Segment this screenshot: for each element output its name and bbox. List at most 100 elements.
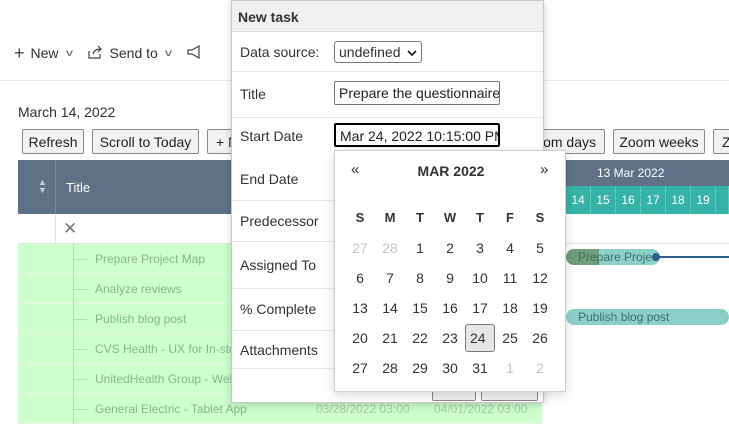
start-date-label: Start Date bbox=[240, 128, 304, 144]
share-icon bbox=[87, 45, 104, 62]
column-separator bbox=[55, 160, 56, 214]
send-to-label: Send to bbox=[109, 45, 158, 61]
chevron-down-icon: v bbox=[164, 47, 172, 59]
data-source-label: Data source: bbox=[240, 44, 320, 60]
calendar-day[interactable]: 23 bbox=[435, 324, 465, 352]
tree-line bbox=[73, 289, 87, 290]
calendar-day[interactable]: 19 bbox=[525, 294, 555, 322]
title-field: Title Prepare the questionnaire bbox=[232, 72, 543, 118]
data-source-select[interactable]: undefined bbox=[334, 41, 422, 63]
calendar-day[interactable]: 18 bbox=[495, 294, 525, 322]
start-date-input[interactable]: Mar 24, 2022 10:15:00 PM bbox=[334, 123, 500, 147]
calendar-day[interactable]: 22 bbox=[405, 324, 435, 352]
calendar-day[interactable]: 17 bbox=[465, 294, 495, 322]
refresh-button[interactable]: Refresh bbox=[22, 129, 84, 154]
new-button[interactable]: + New v bbox=[14, 42, 73, 64]
end-date-label: End Date bbox=[240, 171, 299, 187]
attachments-label: Attachments bbox=[240, 342, 318, 358]
calendar-day[interactable]: 27 bbox=[345, 354, 375, 382]
timeline-day: 18 bbox=[666, 186, 691, 214]
weekday-label: S bbox=[535, 210, 545, 225]
weekday-label: S bbox=[355, 210, 365, 225]
calendar-day[interactable]: 10 bbox=[465, 264, 495, 292]
megaphone-button[interactable] bbox=[187, 44, 203, 62]
calendar-day[interactable]: 12 bbox=[525, 264, 555, 292]
sort-icon[interactable]: ▲ ▼ bbox=[38, 178, 47, 195]
calendar-day[interactable]: 27 bbox=[345, 234, 375, 262]
dependency-line bbox=[652, 256, 729, 258]
new-label: New bbox=[30, 45, 59, 61]
current-date: March 14, 2022 bbox=[18, 104, 116, 120]
timeline-day: 16 bbox=[616, 186, 641, 214]
calendar-day[interactable]: 14 bbox=[375, 294, 405, 322]
tree-line bbox=[73, 259, 87, 260]
next-month-button[interactable]: » bbox=[540, 161, 548, 178]
timeline-day: 17 bbox=[641, 186, 666, 214]
calendar-day[interactable]: 8 bbox=[405, 264, 435, 292]
calendar-day[interactable]: 7 bbox=[375, 264, 405, 292]
data-source-value: undefined bbox=[339, 44, 401, 60]
calendar-day[interactable]: 26 bbox=[525, 324, 555, 352]
task-bar-label: Prepare Projec bbox=[578, 250, 659, 264]
calendar-day[interactable]: 21 bbox=[375, 324, 405, 352]
timeline-day: 15 bbox=[591, 186, 616, 214]
predecessor-label: Predecessor bbox=[240, 213, 319, 229]
weekday-label: W bbox=[443, 210, 457, 225]
calendar-day[interactable]: 31 bbox=[465, 354, 495, 382]
tree-line bbox=[73, 379, 87, 380]
command-bar: + New v Send to v bbox=[14, 38, 213, 68]
calendar-day[interactable]: 2 bbox=[525, 354, 555, 382]
weekday-label: T bbox=[476, 210, 484, 225]
tree-line bbox=[73, 349, 87, 350]
calendar-day[interactable]: 15 bbox=[405, 294, 435, 322]
calendar-day[interactable]: 2 bbox=[435, 234, 465, 262]
assigned-to-label: Assigned To bbox=[240, 257, 317, 273]
task-name: Publish blog post bbox=[95, 312, 187, 326]
calendar-day[interactable]: 28 bbox=[375, 234, 405, 262]
calendar-day[interactable]: 28 bbox=[375, 354, 405, 382]
timeline-day: 19 bbox=[691, 186, 716, 214]
scroll-to-today-button[interactable]: Scroll to Today bbox=[92, 129, 199, 154]
calendar-day[interactable]: 3 bbox=[465, 234, 495, 262]
weekday-label: T bbox=[416, 210, 424, 225]
task-bar[interactable]: Publish blog post bbox=[566, 309, 729, 325]
start-date-cell: 03/28/2022 03:00 bbox=[316, 402, 410, 416]
calendar-day[interactable]: 6 bbox=[345, 264, 375, 292]
timeline-day bbox=[716, 186, 729, 214]
zoom-weeks-button[interactable]: Zoom weeks bbox=[613, 129, 705, 154]
title-column-header[interactable]: Title bbox=[66, 180, 90, 195]
timeline-month-header: 13 Mar 2022 bbox=[566, 160, 729, 186]
megaphone-icon bbox=[187, 44, 203, 62]
title-input[interactable]: Prepare the questionnaire bbox=[334, 81, 500, 105]
calendar-day[interactable]: 1 bbox=[495, 354, 525, 382]
calendar-day[interactable]: 5 bbox=[525, 234, 555, 262]
calendar-day[interactable]: 29 bbox=[405, 354, 435, 382]
plus-icon: + bbox=[14, 42, 25, 63]
calendar-day[interactable]: 9 bbox=[435, 264, 465, 292]
calendar-day[interactable]: 25 bbox=[495, 324, 525, 352]
calendar-day[interactable]: 20 bbox=[345, 324, 375, 352]
calendar-day[interactable]: 11 bbox=[495, 264, 525, 292]
task-name: Prepare Project Map bbox=[95, 252, 206, 266]
send-to-button[interactable]: Send to v bbox=[87, 45, 172, 62]
task-name: CVS Health - UX for In-sto bbox=[95, 342, 236, 356]
clear-filter-icon[interactable]: ✕ bbox=[63, 219, 77, 239]
end-date-cell: 04/01/2022 03:00 bbox=[434, 402, 528, 416]
calendar-day[interactable]: 4 bbox=[495, 234, 525, 262]
calendar-day[interactable]: 16 bbox=[435, 294, 465, 322]
zoom-more-button[interactable]: Z bbox=[713, 129, 729, 154]
title-label: Title bbox=[240, 86, 266, 102]
weekday-label: M bbox=[384, 210, 396, 225]
calendar-month-label[interactable]: MAR 2022 bbox=[335, 163, 567, 179]
chevron-down-icon: v bbox=[65, 47, 73, 59]
task-name: Analyze reviews bbox=[95, 282, 182, 296]
timeline-day-header: 14 15 16 17 18 19 bbox=[566, 186, 729, 214]
chevron-down-icon bbox=[406, 44, 417, 60]
calendar-day-selected[interactable]: 24 bbox=[465, 324, 495, 352]
task-name: General Electric - Tablet App bbox=[95, 402, 247, 416]
calendar-day[interactable]: 1 bbox=[405, 234, 435, 262]
calendar-day[interactable]: 30 bbox=[435, 354, 465, 382]
data-source-field: Data source: undefined bbox=[232, 32, 543, 72]
calendar-day[interactable]: 13 bbox=[345, 294, 375, 322]
timeline-day: 14 bbox=[566, 186, 591, 214]
